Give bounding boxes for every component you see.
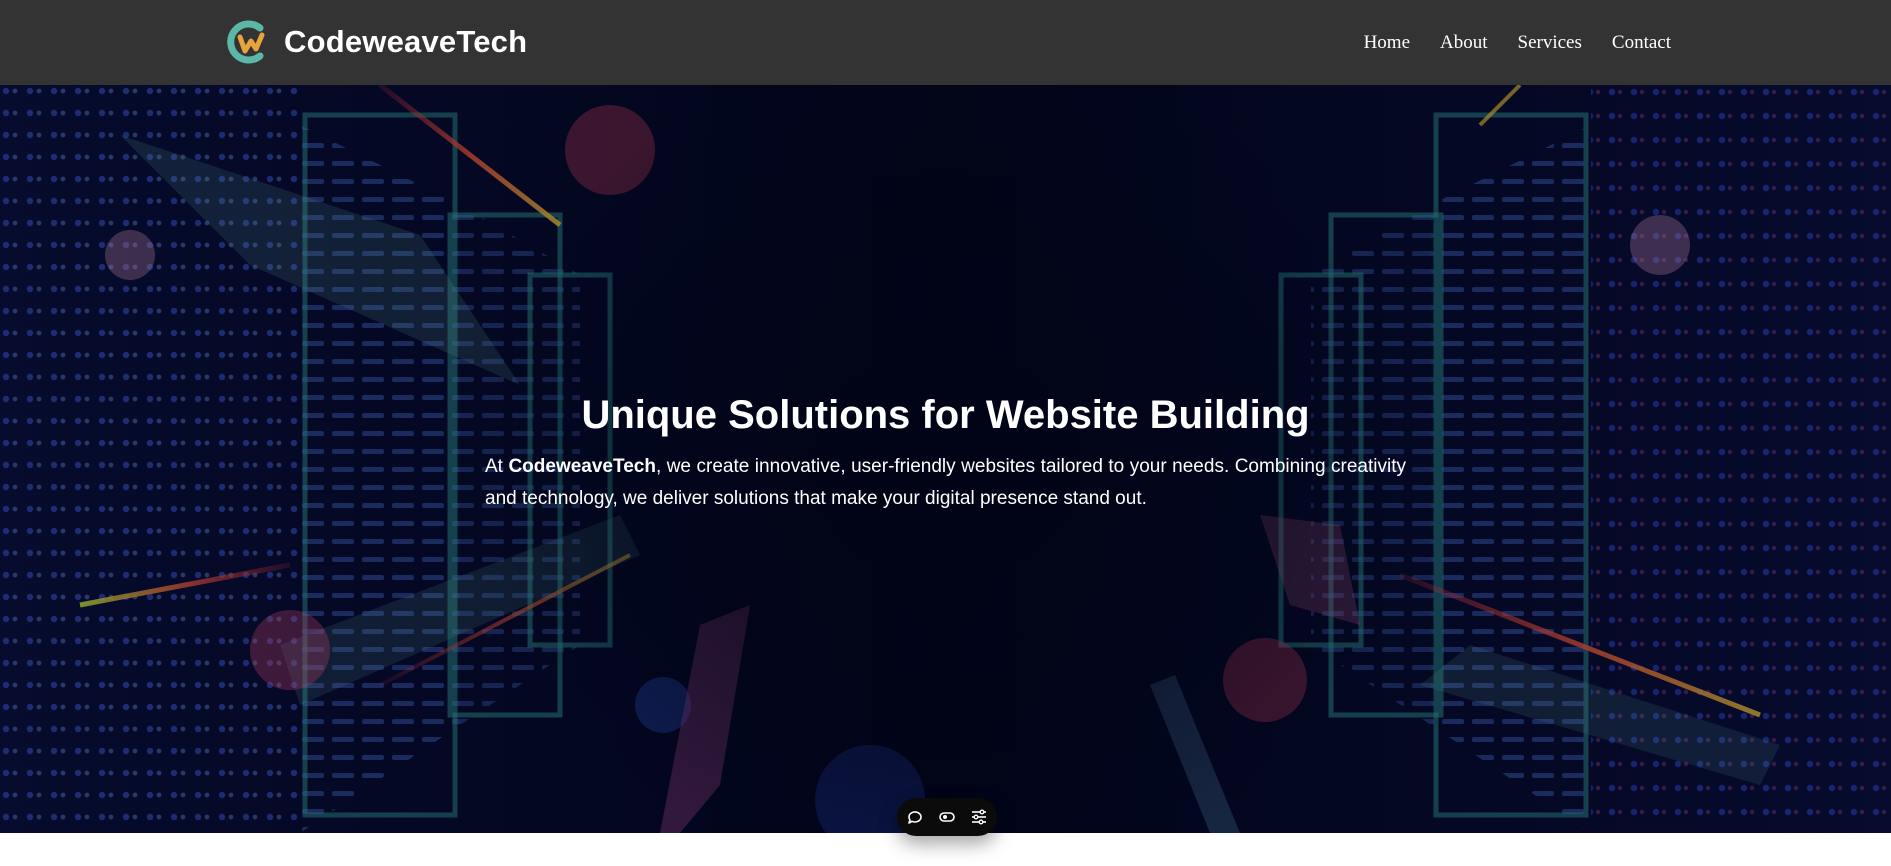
hero-text-prefix: At [485, 456, 509, 477]
toggle-icon[interactable] [936, 806, 958, 828]
hero-text-brand: CodeweaveTech [508, 456, 656, 477]
top-navbar: CodeweaveTech Home About Services Contac… [0, 0, 1891, 85]
codeweave-logo-icon [227, 20, 265, 64]
hero-description: At CodeweaveTech, we create innovative, … [485, 451, 1406, 515]
brand-home-link[interactable]: CodeweaveTech [224, 18, 527, 66]
sliders-icon[interactable] [968, 806, 990, 828]
brand-name: CodeweaveTech [284, 24, 528, 59]
main-nav: Home About Services Contact [1364, 0, 1671, 85]
hero-section: Unique Solutions for Website Building At… [0, 85, 1891, 833]
chat-bubble-icon[interactable] [904, 806, 926, 828]
nav-link-contact[interactable]: Contact [1612, 32, 1671, 54]
floating-toolbar [897, 798, 997, 836]
nav-link-services[interactable]: Services [1518, 32, 1582, 54]
hero-title: Unique Solutions for Website Building [581, 393, 1310, 437]
hero-content: Unique Solutions for Website Building At… [485, 391, 1406, 515]
nav-link-home[interactable]: Home [1364, 32, 1410, 54]
nav-link-about[interactable]: About [1440, 32, 1488, 54]
